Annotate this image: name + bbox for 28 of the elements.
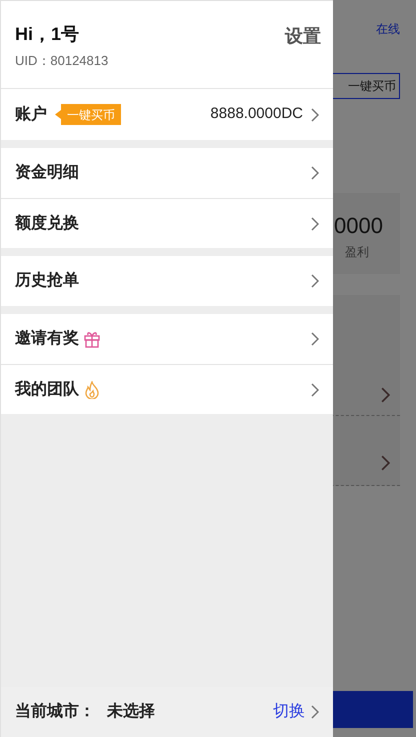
account-row[interactable]: 账户 一键买币 8888.0000DC (1, 89, 333, 140)
chevron-right-icon (311, 705, 319, 719)
city-value: 未选择 (107, 702, 155, 722)
chevron-right-icon (311, 166, 319, 180)
menu-item[interactable]: 我的团队 (1, 364, 333, 414)
stat-value: 0000 (334, 212, 383, 240)
menu-item[interactable]: 资金明细 (1, 148, 333, 198)
switch-city-link[interactable]: 切换 (273, 700, 305, 724)
chevron-right-icon (381, 387, 390, 403)
gift-icon (83, 330, 101, 348)
chevron-right-icon (381, 455, 390, 471)
flame-icon (83, 380, 101, 398)
balance-text: 8888.0000DC (210, 104, 303, 124)
status-text: 在线 (376, 21, 400, 38)
chevron-right-icon (311, 332, 319, 346)
account-label: 账户 (15, 104, 47, 124)
stat-label: 盈利 (345, 244, 369, 261)
chevron-right-icon (311, 274, 319, 288)
greeting: Hi，1号 (15, 23, 80, 46)
chevron-right-icon (311, 382, 319, 396)
menu-item[interactable]: 额度兑换 (1, 198, 333, 248)
uid-text: UID：80124813 (15, 52, 108, 70)
chevron-right-icon (311, 108, 319, 122)
menu-item[interactable]: 邀请有奖 (1, 314, 333, 364)
settings-link[interactable]: 设置 (285, 23, 321, 88)
city-label: 当前城市： (15, 701, 95, 722)
menu-item[interactable]: 历史抢单 (1, 256, 333, 306)
chevron-right-icon (311, 216, 319, 230)
